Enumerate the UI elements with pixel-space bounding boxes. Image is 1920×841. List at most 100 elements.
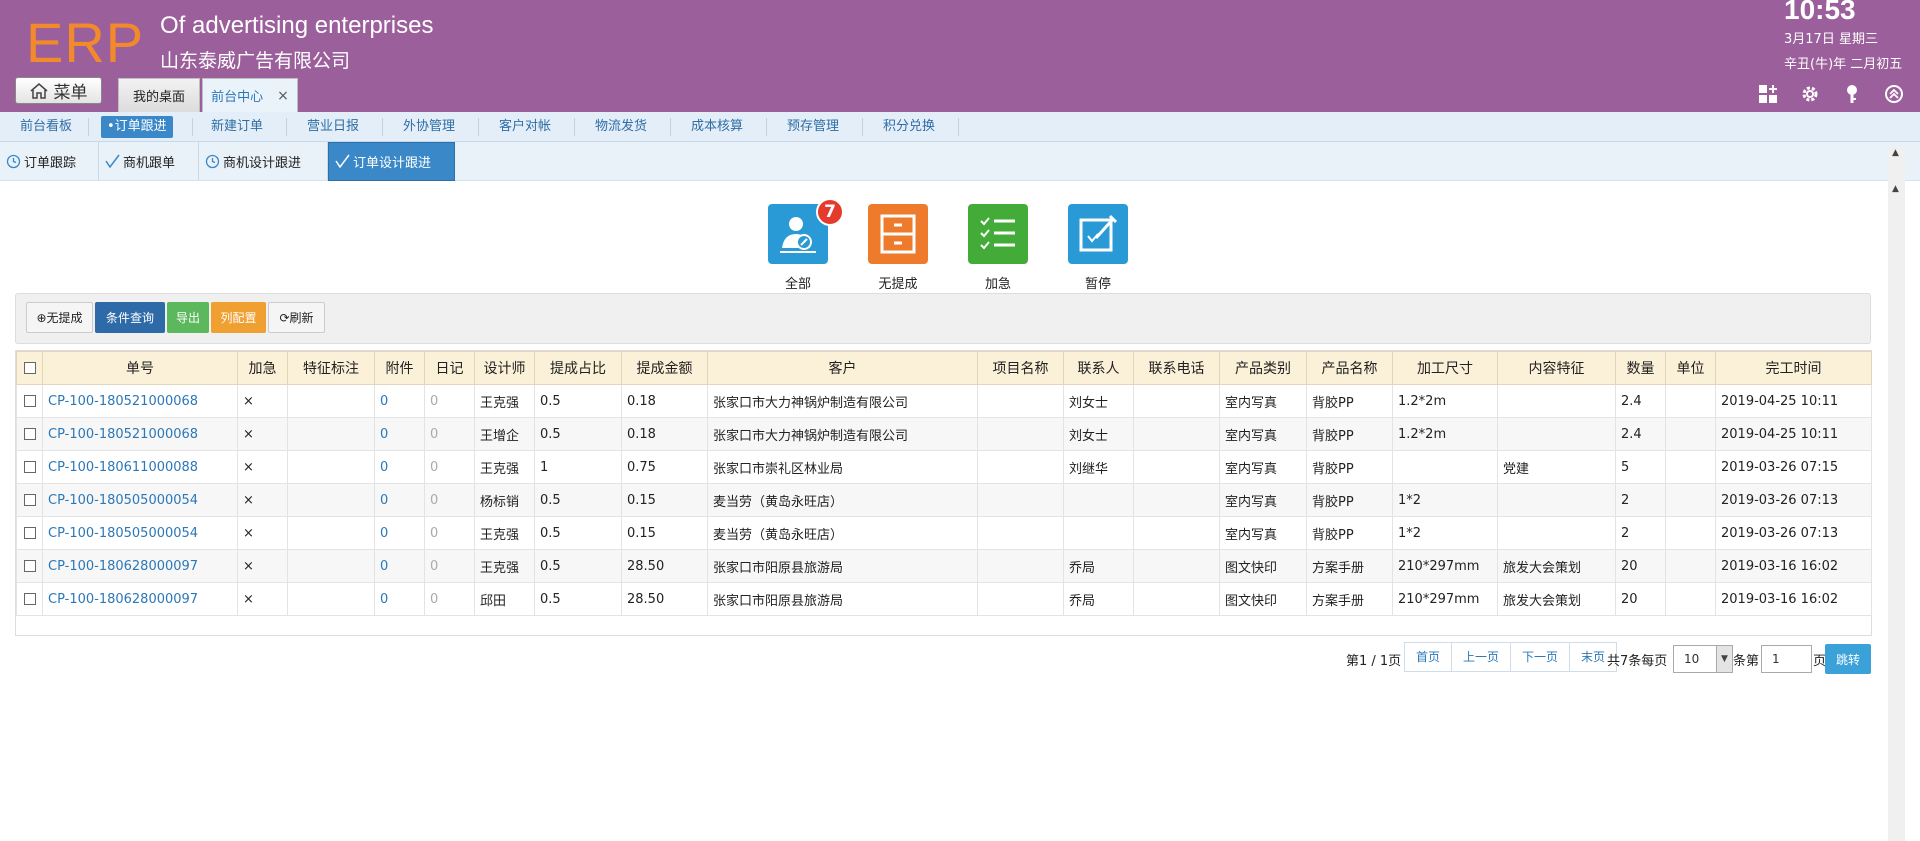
no-commission-button[interactable]: ⊕无提成 — [26, 302, 93, 333]
column-header[interactable]: 客户 — [707, 351, 978, 385]
page-number-input[interactable]: 1 — [1761, 645, 1812, 673]
page-size-select[interactable]: 10 ▼ — [1673, 645, 1733, 673]
row-checkbox[interactable] — [23, 593, 36, 605]
mainnav-item-daily-report[interactable]: 营业日报 — [304, 116, 362, 138]
mainnav-item-prepaid[interactable]: 预存管理 — [784, 116, 842, 138]
column-header[interactable]: 加急 — [237, 351, 288, 385]
row-checkbox[interactable] — [23, 494, 36, 506]
column-header[interactable]: 数量 — [1615, 351, 1666, 385]
attachment-count-link[interactable]: 0 — [374, 417, 425, 451]
mainnav-item-points[interactable]: 积分兑换 — [880, 116, 938, 138]
column-header[interactable]: 产品名称 — [1306, 351, 1393, 385]
check-icon — [105, 154, 120, 169]
attachment-count-link[interactable]: 0 — [374, 384, 425, 418]
column-config-button[interactable]: 列配置 — [211, 302, 266, 333]
column-header[interactable]: 内容特征 — [1497, 351, 1616, 385]
subnav-item-order-tracking[interactable]: 订单跟踪 — [0, 142, 99, 181]
next-page-button[interactable]: 下一页 — [1511, 642, 1571, 672]
company-name-en: Of advertising enterprises — [160, 12, 434, 39]
column-header[interactable]: 附件 — [374, 351, 425, 385]
column-header[interactable]: 日记 — [424, 351, 475, 385]
attachment-count-link[interactable]: 0 — [374, 582, 425, 616]
status-button-urgent[interactable] — [968, 204, 1028, 264]
row-select-cell[interactable] — [16, 483, 43, 517]
mainnav-item-dashboard[interactable]: 前台看板 — [17, 116, 75, 138]
mainnav-item-outsourcing[interactable]: 外协管理 — [400, 116, 458, 138]
table-cell: 0.5 — [534, 483, 622, 517]
attachment-count-link[interactable]: 0 — [374, 450, 425, 484]
tab-front-center[interactable]: 前台中心 × — [202, 78, 298, 112]
column-header[interactable]: 项目名称 — [977, 351, 1064, 385]
go-to-page-button[interactable]: 跳转 — [1825, 644, 1871, 674]
column-header[interactable]: 完工时间 — [1715, 351, 1872, 385]
mainnav-item-logistics[interactable]: 物流发货 — [592, 116, 650, 138]
status-button-paused[interactable] — [1068, 204, 1128, 264]
refresh-button[interactable]: ⟳刷新 — [268, 302, 325, 333]
subnav-item-order-design[interactable]: 订单设计跟进 — [328, 142, 455, 181]
row-checkbox[interactable] — [23, 560, 36, 572]
column-header[interactable]: 单号 — [42, 351, 238, 385]
query-button[interactable]: 条件查询 — [95, 302, 165, 333]
first-page-button[interactable]: 首页 — [1405, 642, 1453, 672]
table-row[interactable]: CP-100-180521000068 × 0 0 王增企 0.5 0.18 张家口市大力神锅… — [16, 417, 1872, 451]
collapse-up-icon[interactable] — [1884, 84, 1904, 104]
row-select-cell[interactable] — [16, 384, 43, 418]
row-select-cell[interactable] — [16, 450, 43, 484]
tab-label: 前台中心 — [211, 90, 264, 105]
table-row[interactable]: CP-100-180628000097 × 0 0 王克强 0.5 28.50 张家口市阳原县… — [16, 549, 1872, 583]
apps-icon[interactable] — [1758, 84, 1778, 104]
key-icon[interactable] — [1842, 84, 1862, 104]
menu-button[interactable]: 菜单 — [15, 77, 102, 104]
table-row[interactable]: CP-100-180521000068 × 0 0 王克强 0.5 0.18 张家口市大力神锅… — [16, 384, 1872, 418]
export-button[interactable]: 导出 — [167, 302, 209, 333]
order-number-link[interactable]: CP-100-180628000097 — [42, 582, 238, 616]
table-row[interactable]: CP-100-180505000054 × 0 0 杨标销 0.5 0.15 麦当劳（黄岛永旺… — [16, 483, 1872, 517]
table-row[interactable]: CP-100-180628000097 × 0 0 邱田 0.5 28.50 张家口市阳原县旅… — [16, 582, 1872, 616]
gear-icon[interactable] — [1800, 84, 1820, 104]
tab-my-desktop[interactable]: 我的桌面 — [118, 78, 200, 112]
order-number-link[interactable]: CP-100-180611000088 — [42, 450, 238, 484]
subnav-item-opportunity-design[interactable]: 商机设计跟进 — [199, 142, 328, 181]
row-checkbox[interactable] — [23, 461, 36, 473]
row-select-cell[interactable] — [16, 417, 43, 451]
column-header[interactable]: 联系人 — [1063, 351, 1134, 385]
select-all-cell[interactable] — [16, 351, 43, 385]
order-number-link[interactable]: CP-100-180521000068 — [42, 417, 238, 451]
table-row[interactable]: CP-100-180611000088 × 0 0 王克强 1 0.75 张家口市崇礼区林业局… — [16, 450, 1872, 484]
row-checkbox[interactable] — [23, 395, 36, 407]
attachment-count-link[interactable]: 0 — [374, 549, 425, 583]
row-checkbox[interactable] — [23, 527, 36, 539]
scroll-down-icon[interactable]: ▲ — [1892, 184, 1899, 194]
attachment-count-link[interactable]: 0 — [374, 483, 425, 517]
subnav-item-opportunity-followup[interactable]: 商机跟单 — [99, 142, 199, 181]
column-header[interactable]: 联系电话 — [1133, 351, 1220, 385]
row-select-cell[interactable] — [16, 516, 43, 550]
mainnav-item-order-followup[interactable]: •订单跟进 — [101, 116, 173, 138]
mainnav-item-customer-reconcile[interactable]: 客户对帐 — [496, 116, 554, 138]
order-number-link[interactable]: CP-100-180505000054 — [42, 516, 238, 550]
scroll-up-icon[interactable]: ▲ — [1892, 148, 1899, 158]
column-header[interactable]: 产品类别 — [1219, 351, 1307, 385]
column-header[interactable]: 单位 — [1665, 351, 1716, 385]
attachment-count-link[interactable]: 0 — [374, 516, 425, 550]
column-header[interactable]: 提成占比 — [534, 351, 622, 385]
column-header[interactable]: 提成金额 — [621, 351, 708, 385]
select-all-checkbox[interactable] — [23, 362, 36, 374]
row-checkbox[interactable] — [23, 428, 36, 440]
column-header[interactable]: 加工尺寸 — [1392, 351, 1498, 385]
row-select-cell[interactable] — [16, 582, 43, 616]
row-select-cell[interactable] — [16, 549, 43, 583]
column-header[interactable]: 设计师 — [474, 351, 535, 385]
prev-page-button[interactable]: 上一页 — [1452, 642, 1512, 672]
order-number-link[interactable]: CP-100-180628000097 — [42, 549, 238, 583]
close-icon[interactable]: × — [277, 88, 289, 104]
vertical-scrollbar[interactable]: ▲ ▲ — [1888, 146, 1905, 841]
order-number-link[interactable]: CP-100-180505000054 — [42, 483, 238, 517]
status-button-no-commission[interactable] — [868, 204, 928, 264]
table-row[interactable]: CP-100-180505000054 × 0 0 王克强 0.5 0.15 麦当劳（黄岛永旺… — [16, 516, 1872, 550]
mainnav-item-cost[interactable]: 成本核算 — [688, 116, 746, 138]
mainnav-item-new-order[interactable]: 新建订单 — [208, 116, 266, 138]
column-header[interactable]: 特征标注 — [287, 351, 375, 385]
order-number-link[interactable]: CP-100-180521000068 — [42, 384, 238, 418]
table-cell — [287, 483, 375, 517]
